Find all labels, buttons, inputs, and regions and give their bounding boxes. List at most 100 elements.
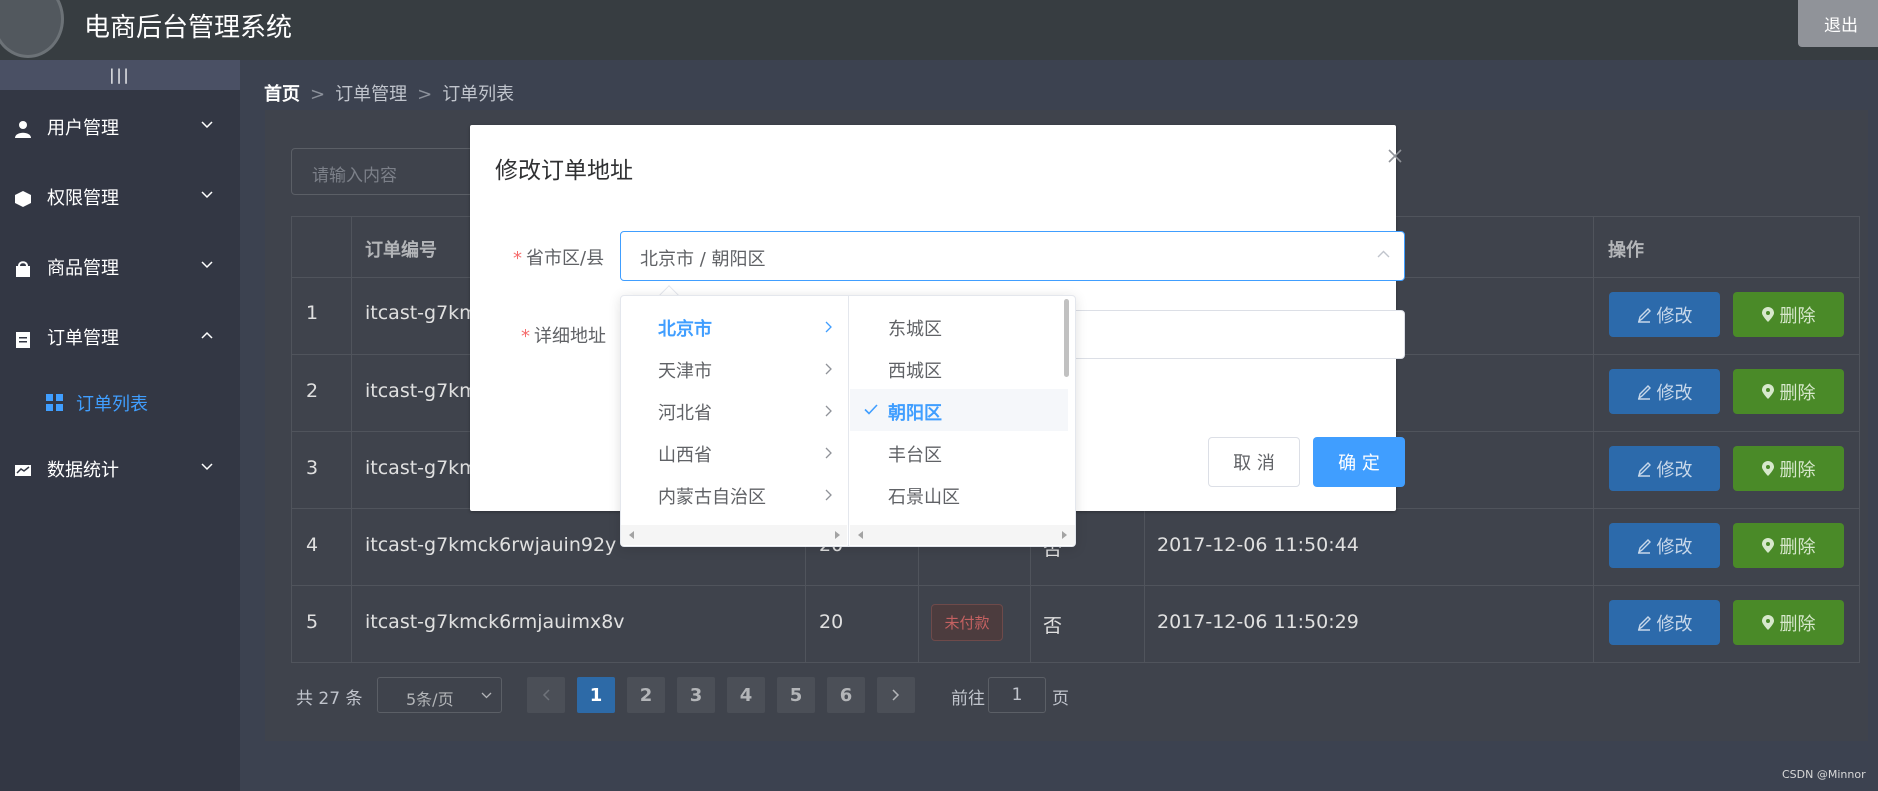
edit-label: 修改 (1656, 305, 1693, 327)
page-button-6[interactable]: 6 (827, 677, 865, 713)
chevron-up-icon (1377, 250, 1390, 258)
sidebar-item-orders[interactable]: 订单管理 (0, 302, 240, 372)
cascader-option-district[interactable]: 朝阳区 (850, 389, 1068, 431)
edit-button[interactable]: 修改 (1609, 600, 1720, 645)
delete-label: 删除 (1779, 536, 1816, 558)
column-header-order-no: 订单编号 (365, 240, 437, 261)
edit-icon (1637, 538, 1651, 554)
cascader-option-district[interactable]: 西城区 (850, 347, 1068, 389)
confirm-button[interactable]: 确 定 (1313, 437, 1405, 487)
clipboard-icon (14, 330, 32, 348)
close-icon[interactable] (1388, 149, 1402, 163)
order-number: itcast-g7kmck6rmjauimx8v (365, 611, 625, 633)
cascader-option-province[interactable]: 山西省 (620, 431, 848, 473)
edit-icon (1637, 615, 1651, 631)
location-icon (1761, 307, 1774, 322)
page-button-1[interactable]: 1 (577, 677, 615, 713)
logout-button[interactable]: 退出 (1798, 0, 1878, 47)
delete-button[interactable]: 删除 (1733, 523, 1844, 568)
chevron-right-icon (825, 363, 832, 375)
order-time: 2017-12-06 11:50:44 (1157, 534, 1359, 556)
cascader-province-menu: 北京市 天津市 河北省 山西省 内蒙古自治区 (620, 295, 849, 547)
goto-page-input[interactable]: 1 (988, 677, 1046, 713)
sidebar-item-permissions[interactable]: 权限管理 (0, 162, 240, 232)
page-button-3[interactable]: 3 (677, 677, 715, 713)
chevron-up-icon (201, 331, 213, 339)
chevron-right-icon (825, 489, 832, 501)
edit-button[interactable]: 修改 (1609, 446, 1720, 491)
scroll-right-icon (835, 531, 840, 539)
scroll-left-icon (858, 531, 863, 539)
cascader-option-province[interactable]: 天津市 (620, 347, 848, 389)
region-label: * 省市区/县 (513, 248, 605, 269)
delete-button[interactable]: 删除 (1733, 292, 1844, 337)
row-index: 1 (306, 302, 319, 324)
goto-prefix: 前往 (951, 689, 985, 709)
page-size-select[interactable]: 5条/页 (377, 677, 502, 713)
location-icon (1761, 461, 1774, 476)
page-button-4[interactable]: 4 (727, 677, 765, 713)
detail-address-label: * 详细地址 (521, 326, 606, 347)
cascader-option-district[interactable]: 东城区 (850, 305, 1068, 347)
sidebar-item-label: 订单管理 (47, 328, 119, 349)
edit-button[interactable]: 修改 (1609, 523, 1720, 568)
prev-page-button[interactable] (527, 677, 565, 713)
chevron-down-icon (201, 261, 213, 269)
delete-button[interactable]: 删除 (1733, 446, 1844, 491)
sidebar-item-label: 权限管理 (47, 188, 119, 209)
delete-label: 删除 (1779, 305, 1816, 327)
delete-button[interactable]: 删除 (1733, 600, 1844, 645)
bag-icon (14, 260, 32, 278)
delete-button[interactable]: 删除 (1733, 369, 1844, 414)
app-title: 电商后台管理系统 (84, 13, 293, 43)
breadcrumb-item: 订单管理 (335, 84, 408, 105)
delete-label: 删除 (1779, 459, 1816, 481)
cascader-option-district[interactable]: 石景山区 (850, 473, 1068, 515)
location-icon (1761, 538, 1774, 553)
chevron-down-icon (201, 191, 213, 199)
region-value: 北京市 / 朝阳区 (640, 249, 766, 270)
option-label: 北京市 (658, 319, 712, 340)
sidebar-item-users[interactable]: 用户管理 (0, 92, 240, 162)
cascader-option-province[interactable]: 北京市 (620, 305, 848, 347)
page-button-2[interactable]: 2 (627, 677, 665, 713)
column-header-actions: 操作 (1608, 240, 1644, 261)
pagination-total: 共 27 条 (296, 689, 363, 709)
sidebar-item-goods[interactable]: 商品管理 (0, 232, 240, 302)
watermark: CSDN @Minnor (1782, 768, 1866, 781)
cascader-option-district[interactable]: 丰台区 (850, 431, 1068, 473)
horizontal-scrollbar[interactable] (850, 525, 1075, 545)
edit-label: 修改 (1656, 536, 1693, 558)
breadcrumb: 首页 > 订单管理 > 订单列表 (264, 84, 515, 105)
cascader-option-province[interactable]: 内蒙古自治区 (620, 473, 848, 515)
sidebar-toggle-button[interactable]: ||| (0, 60, 240, 90)
cancel-button[interactable]: 取 消 (1208, 437, 1300, 487)
sidebar-item-label: 用户管理 (47, 118, 119, 139)
sidebar-item-stats[interactable]: 数据统计 (0, 434, 240, 504)
edit-label: 修改 (1656, 382, 1693, 404)
row-index: 4 (306, 534, 319, 556)
dialog-title: 修改订单地址 (495, 158, 633, 184)
next-page-button[interactable] (877, 677, 915, 713)
row-index: 5 (306, 611, 319, 633)
detail-label-text: 详细地址 (534, 326, 606, 347)
edit-button[interactable]: 修改 (1609, 369, 1720, 414)
horizontal-scrollbar[interactable] (621, 525, 847, 545)
order-number: itcast-g7kmck6rwjauin92y (365, 534, 617, 556)
chevron-right-icon (825, 405, 832, 417)
region-cascader-input[interactable]: 北京市 / 朝阳区 (620, 231, 1405, 281)
cascader-option-province[interactable]: 河北省 (620, 389, 848, 431)
breadcrumb-item: 订单列表 (442, 84, 515, 105)
order-price: 20 (819, 611, 844, 633)
search-input[interactable]: 请输入内容 (291, 148, 491, 195)
option-label: 石景山区 (888, 487, 960, 508)
row-index: 2 (306, 380, 319, 402)
vertical-scrollbar[interactable] (1064, 299, 1069, 377)
edit-button[interactable]: 修改 (1609, 292, 1720, 337)
breadcrumb-home[interactable]: 首页 (264, 84, 300, 105)
sidebar-subitem-label: 订单列表 (76, 394, 148, 415)
page-button-5[interactable]: 5 (777, 677, 815, 713)
cascader-district-menu: 东城区 西城区 朝阳区 丰台区 石景山区 (850, 295, 1076, 547)
location-icon (1761, 384, 1774, 399)
sidebar-subitem-order-list[interactable]: 订单列表 (0, 374, 240, 430)
